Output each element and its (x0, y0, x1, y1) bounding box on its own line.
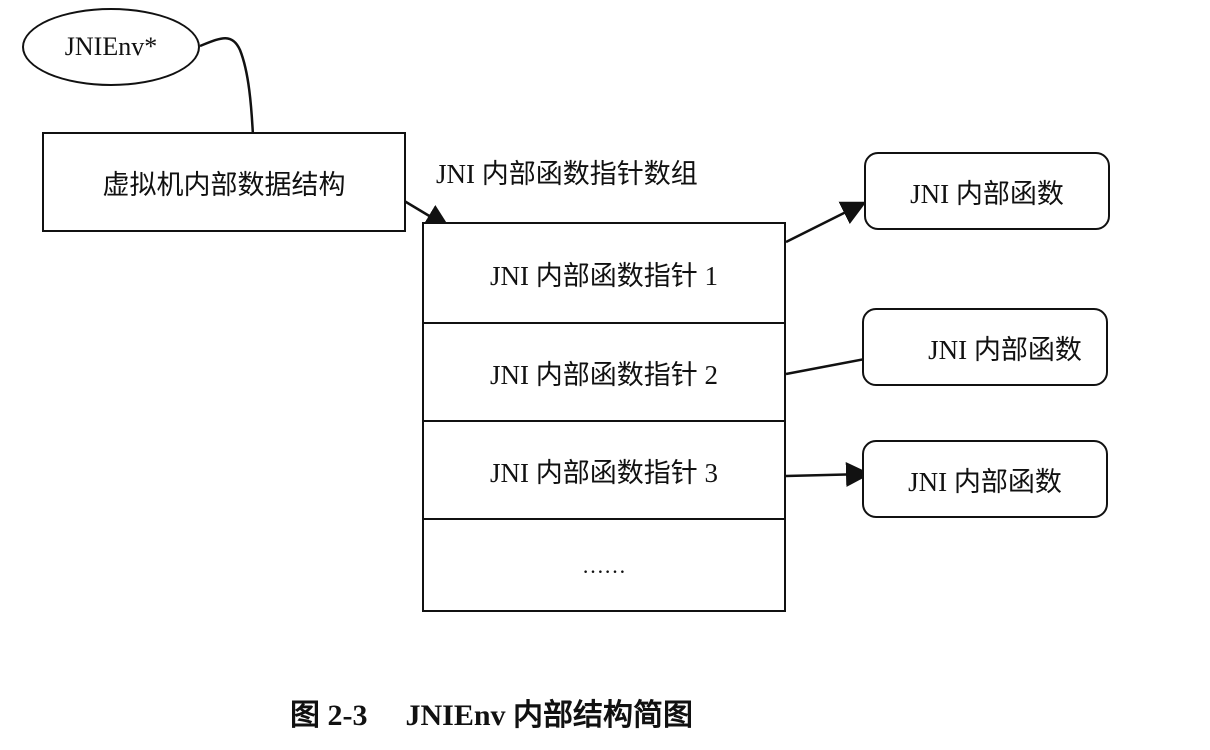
jni-function-box-1: JNI 内部函数 (864, 152, 1110, 230)
jni-function-box-3: JNI 内部函数 (862, 440, 1108, 518)
array-cell-label: JNI 内部函数指针 3 (490, 457, 718, 488)
array-cell-pointer-2: JNI 内部函数指针 2 (424, 322, 784, 420)
jni-function-label: JNI 内部函数 (910, 178, 1064, 209)
function-pointer-array-title: JNI 内部函数指针数组 (436, 159, 698, 189)
jnienv-pointer-label: JNIEnv* (64, 32, 158, 61)
array-cell-pointer-3: JNI 内部函数指针 3 (424, 420, 784, 518)
figure-title: JNIEnv 内部结构简图 (405, 699, 694, 732)
vm-data-structure-label: 虚拟机内部数据结构 (102, 169, 346, 200)
figure-caption: 图 2-3 JNIEnv 内部结构简图 (290, 690, 693, 734)
array-cell-pointer-1: JNI 内部函数指针 1 (424, 224, 784, 322)
jni-function-box-2: JNI 内部函数 (862, 308, 1108, 386)
function-pointer-array: JNI 内部函数指针 1 JNI 内部函数指针 2 JNI 内部函数指针 3 …… (422, 222, 786, 612)
array-cell-label: …… (582, 553, 626, 578)
vm-data-structure-box: 虚拟机内部数据结构 (42, 132, 406, 232)
array-cell-label: JNI 内部函数指针 1 (490, 260, 718, 291)
jnienv-diagram: JNIEnv* 虚拟机内部数据结构 JNI 内部函数指针数组 JNI 内部函数指… (0, 0, 1210, 750)
jni-function-label: JNI 内部函数 (928, 334, 1082, 365)
arrow-pointer-3-to-function (785, 462, 871, 487)
figure-number: 图 2-3 (290, 699, 368, 732)
array-cell-label: JNI 内部函数指针 2 (490, 359, 718, 390)
jnienv-pointer-node: JNIEnv* (22, 8, 200, 86)
arrow-pointer-1-to-function (785, 201, 867, 244)
array-cell-ellipsis: …… (424, 518, 784, 612)
jni-function-label: JNI 内部函数 (908, 466, 1062, 497)
